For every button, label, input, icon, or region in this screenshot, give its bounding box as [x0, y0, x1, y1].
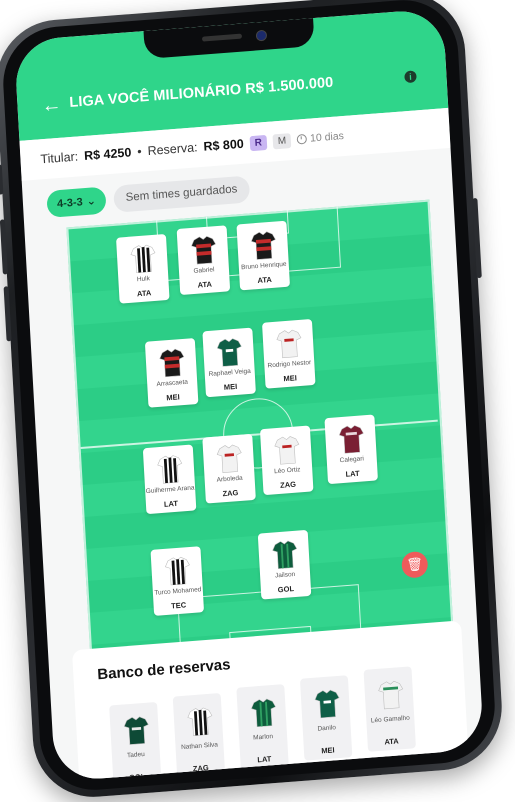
- player-position: GOL: [128, 772, 146, 782]
- player-position: LAT: [345, 468, 360, 479]
- speaker: [201, 33, 243, 42]
- days-text: 10 dias: [309, 130, 345, 145]
- clock-icon: [296, 133, 308, 145]
- player-name: Arrascaeta: [156, 378, 189, 389]
- player-name: Marlon: [253, 733, 274, 742]
- volume-up-button: [0, 219, 8, 275]
- player-card[interactable]: Gabriel ATA: [176, 225, 231, 295]
- titular-label: Titular:: [40, 149, 79, 167]
- saved-teams-chip[interactable]: Sem times guardados: [113, 175, 251, 213]
- player-name: Léo Ortiz: [273, 466, 301, 476]
- player-card[interactable]: Léo Ortiz ZAG: [259, 425, 314, 496]
- player-position: MEI: [166, 392, 180, 403]
- player-name: Arboleda: [216, 474, 243, 484]
- player-name: Tadeu: [126, 750, 145, 760]
- player-card[interactable]: Arboleda ZAG: [202, 433, 256, 504]
- phone-screen: ← LIGA VOCÊ MILIONÁRIO R$ 1.500.000 i Ti…: [13, 8, 485, 782]
- player-name: Raphael Veiga: [208, 367, 252, 379]
- player-position: LAT: [257, 754, 272, 765]
- formation-dropdown[interactable]: 4-3-3 ⌄: [46, 186, 107, 218]
- bench-title: Banco de reservas: [96, 656, 231, 684]
- arrow-left-icon[interactable]: ←: [41, 94, 62, 118]
- volume-down-button: [3, 286, 12, 342]
- player-card[interactable]: Rodrigo Nestor MEI: [261, 318, 316, 389]
- separator: •: [136, 144, 143, 159]
- player-card[interactable]: Guilherme Arana LAT: [142, 444, 197, 515]
- player-name: Calegari: [339, 455, 365, 465]
- bench-player-card[interactable]: Léo Gamalho ATA: [363, 666, 416, 752]
- badge-m: M: [272, 132, 292, 149]
- bench-player-card[interactable]: Tadeu GOL: [109, 701, 162, 782]
- player-position: MEI: [321, 745, 335, 756]
- player-card[interactable]: Bruno Henrique ATA: [236, 220, 291, 291]
- player-position: ATA: [384, 736, 399, 747]
- player-name: Gabriel: [193, 266, 215, 275]
- player-name: Bruno Henrique: [240, 260, 287, 272]
- soccer-pitch: Hulk ATA Gabriel ATA Bruno Henrique ATA Arrasc…: [66, 199, 455, 671]
- page-title: LIGA VOCÊ MILIONÁRIO R$ 1.500.000: [68, 74, 334, 111]
- player-name: Hulk: [136, 275, 151, 284]
- player-card[interactable]: Hulk ATA: [116, 233, 170, 304]
- player-position: ZAG: [192, 763, 209, 774]
- player-name: Rodrigo Nestor: [267, 359, 312, 370]
- reserva-label: Reserva:: [147, 140, 198, 159]
- chevron-down-icon: ⌄: [86, 195, 97, 208]
- bench-player-card[interactable]: Nathan Silva ZAG: [172, 692, 226, 779]
- player-position: ATA: [136, 288, 152, 299]
- player-card[interactable]: Jailson GOL: [257, 529, 312, 600]
- player-position: GOL: [277, 584, 295, 595]
- info-icon[interactable]: i: [404, 70, 417, 84]
- player-position: ZAG: [279, 479, 297, 490]
- formation-label: 4-3-3: [56, 195, 83, 210]
- player-position: LAT: [163, 498, 179, 509]
- player-card[interactable]: Raphael Veiga MEI: [202, 327, 256, 398]
- bench-player-card[interactable]: Danilo MEI: [299, 675, 353, 761]
- player-card[interactable]: Turco Mohamed TEC: [150, 546, 205, 616]
- badge-r: R: [249, 134, 268, 151]
- phone-frame: ← LIGA VOCÊ MILIONÁRIO R$ 1.500.000 i Ti…: [0, 0, 506, 802]
- player-card[interactable]: Calegari LAT: [324, 414, 378, 485]
- mute-switch: [0, 164, 4, 195]
- bench-player-card[interactable]: Marlon LAT: [236, 684, 289, 770]
- power-button: [472, 197, 482, 279]
- player-name: Danilo: [317, 724, 337, 733]
- player-position: TEC: [170, 600, 187, 611]
- reserva-value: R$ 800: [203, 136, 245, 154]
- player-position: MEI: [283, 373, 298, 384]
- player-name: Jailson: [274, 570, 296, 580]
- front-camera: [255, 29, 268, 42]
- titular-value: R$ 4250: [83, 145, 132, 163]
- filters-row: 4-3-3 ⌄ Sem times guardados: [46, 175, 251, 218]
- player-name: Léo Gamalho: [370, 714, 410, 725]
- days-remaining: 10 dias: [296, 130, 345, 146]
- player-position: ATA: [197, 279, 213, 290]
- player-position: ZAG: [222, 488, 239, 499]
- player-name: Nathan Silva: [180, 741, 219, 752]
- player-position: ATA: [257, 274, 272, 286]
- player-name: Guilherme Arana: [145, 484, 195, 496]
- player-name: Turco Mohamed: [154, 586, 202, 597]
- player-card[interactable]: Arrascaeta MEI: [144, 338, 199, 408]
- player-position: MEI: [223, 381, 238, 392]
